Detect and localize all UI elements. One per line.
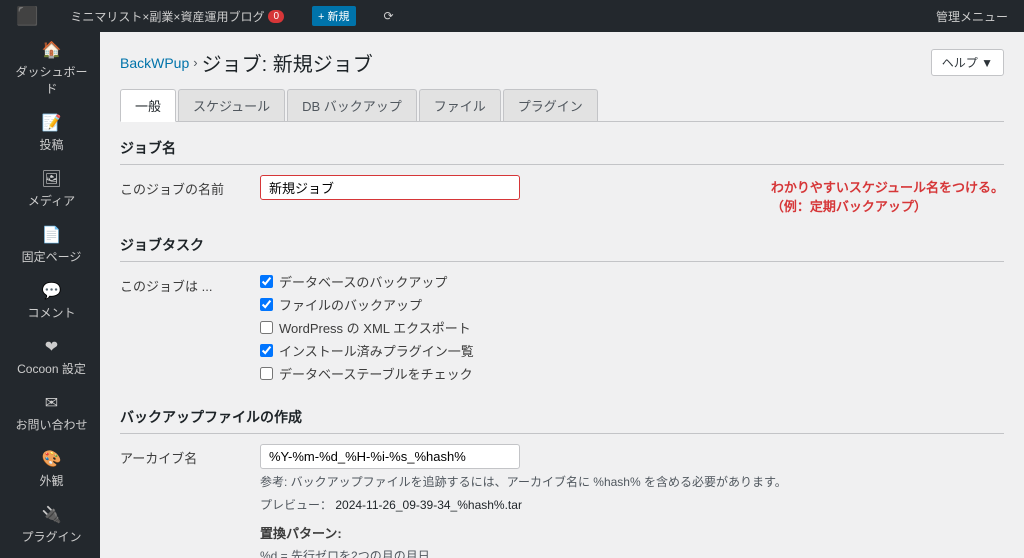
admin-menu-label: 管理メニュー xyxy=(936,8,1008,25)
comments-badge: 0 xyxy=(268,10,284,23)
sidebar-item-comments-label: コメント xyxy=(27,304,75,321)
admin-bar: ⬛ ミニマリスト×副業×資産運用ブログ 0 + 新規 ⟳ 管理メニュー xyxy=(0,0,1024,32)
breadcrumb-parent[interactable]: BackWPup xyxy=(120,55,189,71)
job-name-row: このジョブの名前 わかりやすいスケジュール名をつける。 （例：定期バックアップ） xyxy=(120,175,1004,215)
sidebar-item-media[interactable]: 🖼 メディア xyxy=(0,161,100,217)
tab-dbbackup[interactable]: DB バックアップ xyxy=(287,89,417,121)
checkbox-db-check: データベーステーブルをチェック xyxy=(260,364,1004,383)
pages-icon: 📄 xyxy=(42,225,62,245)
sidebar-item-plugins-label: プラグイン xyxy=(21,528,81,545)
archive-note1: 参考: バックアップファイルを追跡するには、アーカイブ名に %hash% を含め… xyxy=(260,473,1004,492)
sidebar-item-pages-label: 固定ページ xyxy=(22,248,82,265)
checkbox-plugins-list-input[interactable] xyxy=(260,344,273,357)
sidebar-item-appearance-label: 外観 xyxy=(39,472,63,489)
admin-menu-button[interactable]: 管理メニュー xyxy=(928,0,1016,32)
job-name-note-line1: わかりやすいスケジュール名をつける。 xyxy=(771,177,1004,196)
new-post-button[interactable]: + 新規 xyxy=(304,0,363,32)
sidebar-item-dashboard-label: ダッシュボード xyxy=(13,63,90,97)
archive-label: アーカイブ名 xyxy=(120,444,260,467)
breadcrumb: BackWPup › ジョブ: 新規ジョブ xyxy=(120,48,373,77)
wp-logo-icon: ⬛ xyxy=(16,6,38,27)
job-name-section: ジョブ名 このジョブの名前 わかりやすいスケジュール名をつける。 （例：定期バッ… xyxy=(120,138,1004,215)
breadcrumb-separator: › xyxy=(193,55,197,70)
archive-row: アーカイブ名 参考: バックアップファイルを追跡するには、アーカイブ名に %ha… xyxy=(120,444,1004,558)
sidebar-item-comments[interactable]: 💬 コメント xyxy=(0,273,100,329)
site-name-label: ミニマリスト×副業×資産運用ブログ xyxy=(70,8,264,25)
sidebar-item-contact[interactable]: ✉ お問い合わせ xyxy=(0,385,100,441)
checkbox-xml-export-input[interactable] xyxy=(260,321,273,334)
sidebar: 🏠 ダッシュボード 📝 投稿 🖼 メディア 📄 固定ページ 💬 コメント ❤ C… xyxy=(0,32,100,558)
main-content: BackWPup › ジョブ: 新規ジョブ ヘルプ ▼ 一般 スケジュール DB… xyxy=(100,32,1024,558)
plugins-icon: 🔌 xyxy=(42,505,62,525)
contact-icon: ✉ xyxy=(45,393,58,413)
checkbox-file-backup-input[interactable] xyxy=(260,298,273,311)
sidebar-item-media-label: メディア xyxy=(28,192,75,209)
checkbox-plugins-list: インストール済みプラグイン一覧 xyxy=(260,341,1004,360)
job-name-control xyxy=(260,175,755,200)
page-header: BackWPup › ジョブ: 新規ジョブ ヘルプ ▼ xyxy=(120,48,1004,77)
job-name-label: このジョブの名前 xyxy=(120,175,260,198)
checkbox-db-backup-label: データベースのバックアップ xyxy=(279,272,447,291)
sidebar-item-appearance[interactable]: 🎨 外観 xyxy=(0,441,100,497)
tab-general[interactable]: 一般 xyxy=(120,89,176,122)
sidebar-item-dashboard[interactable]: 🏠 ダッシュボード xyxy=(0,32,100,105)
checkbox-file-backup: ファイルのバックアップ xyxy=(260,295,1004,314)
pattern-section: 置換パターン: %d = 先行ゼロを2つの月の月日 %i = 先行ゼロなしの月の… xyxy=(260,523,1004,558)
tab-schedule[interactable]: スケジュール xyxy=(178,89,285,121)
archive-preview-value: 2024-11-26_09-39-34_%hash%.tar xyxy=(335,498,522,512)
sidebar-item-users[interactable]: 👤 ユーザー xyxy=(0,553,100,558)
sidebar-item-posts-label: 投稿 xyxy=(39,136,63,153)
checkbox-db-check-label: データベーステーブルをチェック xyxy=(279,364,473,383)
sidebar-item-cocoon-label: Cocoon 設定 xyxy=(17,360,86,377)
job-task-label: このジョブは ... xyxy=(120,272,260,295)
new-post-label: + 新規 xyxy=(312,6,355,26)
comments-icon: 💬 xyxy=(42,281,62,301)
tab-files[interactable]: ファイル xyxy=(419,89,501,121)
pattern-title: 置換パターン: xyxy=(260,523,1004,542)
job-task-checkboxes: データベースのバックアップ ファイルのバックアップ WordPress の XM… xyxy=(260,272,1004,387)
sidebar-item-cocoon[interactable]: ❤ Cocoon 設定 xyxy=(0,329,100,385)
sidebar-item-plugins[interactable]: 🔌 プラグイン xyxy=(0,497,100,553)
spinner-icon: ⟳ xyxy=(376,0,402,32)
checkbox-db-backup-input[interactable] xyxy=(260,275,273,288)
tabs-bar: 一般 スケジュール DB バックアップ ファイル プラグイン xyxy=(120,89,1004,122)
job-name-section-title: ジョブ名 xyxy=(120,138,1004,165)
help-button[interactable]: ヘルプ ▼ xyxy=(931,49,1004,76)
tab-plugins[interactable]: プラグイン xyxy=(503,89,598,121)
archive-input[interactable] xyxy=(260,444,520,469)
archive-control: 参考: バックアップファイルを追跡するには、アーカイブ名に %hash% を含め… xyxy=(260,444,1004,558)
page-title: ジョブ: 新規ジョブ xyxy=(202,48,373,77)
main-layout: 🏠 ダッシュボード 📝 投稿 🖼 メディア 📄 固定ページ 💬 コメント ❤ C… xyxy=(0,32,1024,558)
appearance-icon: 🎨 xyxy=(42,449,62,469)
job-name-input[interactable] xyxy=(260,175,520,200)
checkbox-db-backup: データベースのバックアップ xyxy=(260,272,1004,291)
dashboard-icon: 🏠 xyxy=(42,40,62,60)
posts-icon: 📝 xyxy=(42,113,62,133)
job-task-section-title: ジョブタスク xyxy=(120,235,1004,262)
cocoon-icon: ❤ xyxy=(45,337,58,357)
media-icon: 🖼 xyxy=(41,169,61,189)
job-name-note-line2: （例：定期バックアップ） xyxy=(771,196,1004,215)
sidebar-item-pages[interactable]: 📄 固定ページ xyxy=(0,217,100,273)
checkbox-plugins-list-label: インストール済みプラグイン一覧 xyxy=(279,341,474,360)
job-task-section: ジョブタスク このジョブは ... データベースのバックアップ ファイルのバック… xyxy=(120,235,1004,387)
site-name-button[interactable]: ミニマリスト×副業×資産運用ブログ 0 xyxy=(62,0,292,32)
job-task-row: このジョブは ... データベースのバックアップ ファイルのバックアップ Wor… xyxy=(120,272,1004,387)
sidebar-item-posts[interactable]: 📝 投稿 xyxy=(0,105,100,161)
job-name-note: わかりやすいスケジュール名をつける。 （例：定期バックアップ） xyxy=(771,175,1004,215)
sidebar-item-contact-label: お問い合わせ xyxy=(15,416,87,433)
archive-preview-label: プレビュー： xyxy=(260,498,332,512)
checkbox-xml-export-label: WordPress の XML エクスポート xyxy=(279,318,471,337)
checkbox-db-check-input[interactable] xyxy=(260,367,273,380)
checkbox-file-backup-label: ファイルのバックアップ xyxy=(279,295,422,314)
wp-logo-button[interactable]: ⬛ xyxy=(8,0,50,32)
archive-section: バックアップファイルの作成 アーカイブ名 参考: バックアップファイルを追跡する… xyxy=(120,407,1004,558)
pattern-item-0: %d = 先行ゼロを2つの月の月日 xyxy=(260,546,1004,558)
archive-section-title: バックアップファイルの作成 xyxy=(120,407,1004,434)
archive-preview: プレビュー： 2024-11-26_09-39-34_%hash%.tar xyxy=(260,496,1004,515)
checkbox-xml-export: WordPress の XML エクスポート xyxy=(260,318,1004,337)
